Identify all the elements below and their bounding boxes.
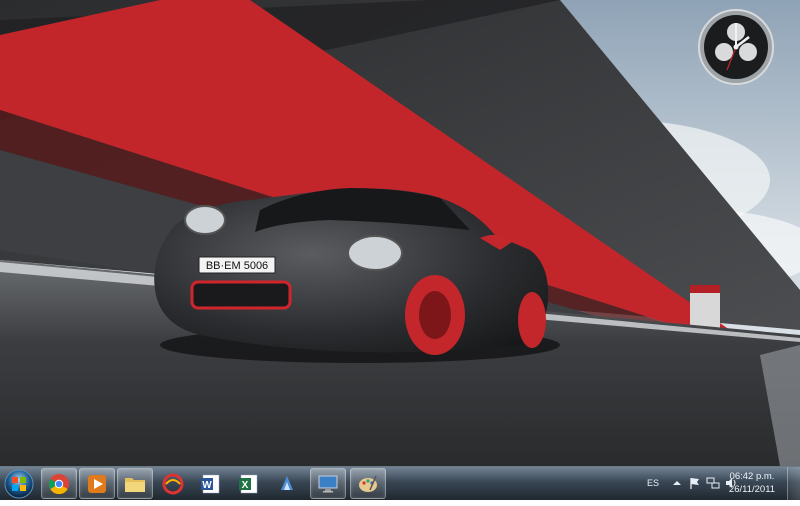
chrome-icon (48, 473, 69, 494)
ccleaner-icon (162, 473, 184, 494)
taskbar-chrome[interactable] (41, 468, 77, 499)
wallpaper: BB·EM 5006 (0, 0, 800, 466)
folder-icon (125, 477, 145, 492)
taskbar-ccleaner[interactable] (155, 468, 191, 499)
taskbar-word[interactable]: W (193, 468, 229, 499)
desktop[interactable]: BB·EM 5006 (0, 0, 800, 466)
taskbar: W X ES 06:42 p.m. 26/11/2011 (0, 466, 800, 501)
blue-app-icon (281, 475, 293, 490)
excel-icon: X (239, 474, 258, 493)
media-player-icon (88, 474, 106, 493)
clock-gadget[interactable] (697, 8, 775, 86)
svg-text:X: X (242, 480, 249, 491)
action-center-flag-icon[interactable] (688, 476, 702, 490)
monitor-icon (318, 475, 338, 492)
taskbar-excel[interactable]: X (231, 468, 267, 499)
svg-text:W: W (202, 480, 212, 491)
tray-date: 26/11/2011 (728, 484, 776, 495)
windows-orb-icon (4, 469, 34, 499)
taskbar-blue-app[interactable] (269, 468, 305, 499)
word-icon: W (201, 474, 220, 493)
tray-time: 06:42 p.m. (729, 471, 775, 482)
tray-clock[interactable]: 06:42 p.m. 26/11/2011 (722, 470, 782, 496)
language-indicator[interactable]: ES (642, 473, 664, 493)
clock-icon (698, 9, 774, 85)
taskbar-explorer[interactable] (117, 468, 153, 499)
paint-icon (359, 475, 377, 492)
network-icon[interactable] (706, 476, 720, 490)
system-tray: ES 06:42 p.m. 26/11/2011 (640, 467, 800, 501)
show-hidden-icons-icon[interactable] (670, 476, 684, 490)
show-desktop-button[interactable] (787, 467, 800, 501)
start-button[interactable] (2, 467, 36, 501)
taskbar-control-panel[interactable] (310, 468, 346, 499)
taskbar-media-player[interactable] (79, 468, 115, 499)
taskbar-paint[interactable] (350, 468, 386, 499)
license-plate: BB·EM 5006 (206, 260, 268, 272)
